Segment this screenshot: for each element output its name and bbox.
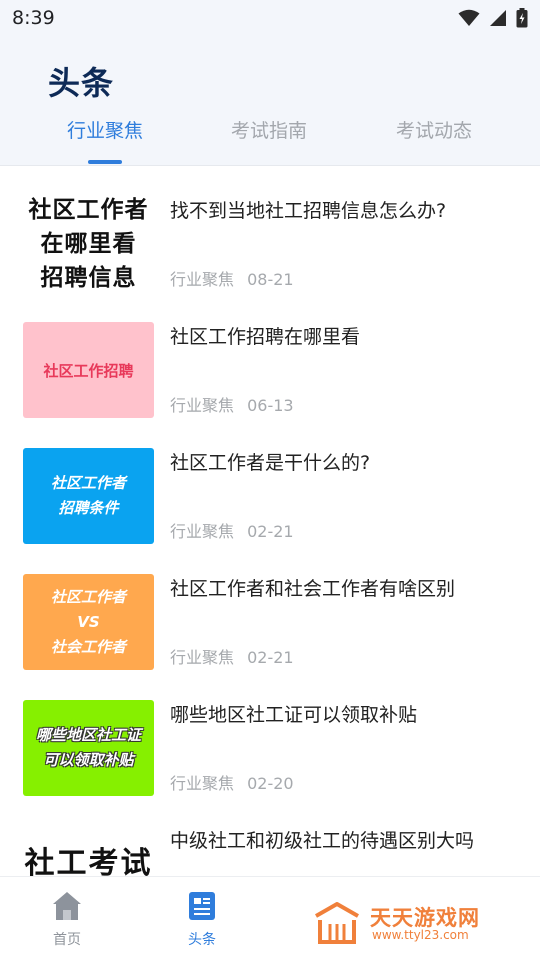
tab-exam-news[interactable]: 考试动态	[364, 116, 504, 143]
article-title: 找不到当地社工招聘信息怎么办?	[170, 200, 447, 222]
status-bar: 8:39	[0, 0, 540, 38]
thumbnail-text: VS	[77, 612, 100, 631]
tab-exam-guide[interactable]: 考试指南	[199, 116, 339, 143]
thumbnail-text: 社区工作招聘	[43, 361, 134, 380]
status-time: 8:39	[12, 7, 55, 29]
watermark: 天天游戏网 www.ttyl23.com	[312, 896, 512, 948]
watermark-url: www.ttyl23.com	[372, 928, 469, 942]
article-date: 02-20	[247, 774, 294, 793]
thumbnail-text: 招聘信息	[40, 265, 137, 291]
article-item[interactable]: 社区工作者 招聘条件 社区工作者是干什么的? 行业聚焦 02-21	[0, 418, 540, 544]
article-title: 中级社工和初级社工的待遇区别大吗	[170, 830, 475, 852]
article-meta: 行业聚焦 02-21	[170, 644, 294, 668]
signal-icon	[490, 10, 506, 26]
article-thumbnail: 社区工作者 招聘条件	[23, 448, 154, 544]
article-meta: 行业聚焦 02-21	[170, 518, 294, 542]
article-thumbnail: 社区工作者 VS 社会工作者	[23, 574, 154, 670]
battery-icon	[516, 8, 528, 28]
article-category: 行业聚焦	[170, 648, 235, 667]
status-icons	[458, 8, 528, 28]
thumbnail-text: 社工考试	[24, 846, 153, 876]
watermark-logo-icon	[315, 902, 359, 944]
active-tab-indicator	[88, 160, 122, 164]
thumbnail-text: 哪些地区社工证	[35, 726, 141, 744]
article-meta: 行业聚焦 02-20	[170, 770, 294, 794]
tab-bar: 行业聚焦 考试指南 考试动态	[0, 112, 540, 166]
nav-home-label: 首页	[53, 932, 81, 948]
article-item[interactable]: 社工考试 中级社工和初级社工的待遇区别大吗	[0, 796, 540, 876]
thumbnail-text: 社会工作者	[50, 637, 126, 656]
article-thumbnail: 社工考试	[23, 826, 154, 876]
article-item[interactable]: 社区工作者 VS 社会工作者 社区工作者和社会工作者有啥区别 行业聚焦 02-2…	[0, 544, 540, 670]
article-thumbnail: 社区工作招聘	[23, 322, 154, 418]
news-icon	[189, 892, 215, 920]
thumbnail-text: 可以领取补贴	[43, 751, 134, 769]
article-title: 社区工作者是干什么的?	[170, 452, 371, 474]
page-title: 头条	[48, 64, 115, 102]
thumbnail-text: 社区工作者	[50, 474, 126, 492]
thumbnail-text: 社区工作者	[50, 587, 126, 606]
article-date: 02-21	[247, 648, 294, 667]
article-meta: 行业聚焦 08-21	[170, 266, 294, 290]
article-item[interactable]: 社区工作招聘 社区工作招聘在哪里看 行业聚焦 06-13	[0, 292, 540, 418]
article-category: 行业聚焦	[170, 270, 235, 289]
header-area: 8:39 头条 行业聚焦 考试指南 考试动态	[0, 0, 540, 166]
nav-news-label: 头条	[188, 932, 216, 948]
nav-news[interactable]: 头条	[162, 889, 242, 949]
article-category: 行业聚焦	[170, 774, 235, 793]
thumbnail-text: 招聘条件	[58, 499, 119, 517]
article-category: 行业聚焦	[170, 522, 235, 541]
article-title: 社区工作招聘在哪里看	[170, 326, 361, 348]
article-date: 08-21	[247, 270, 294, 289]
article-date: 06-13	[247, 396, 294, 415]
article-list[interactable]: 社区工作者 在哪里看 招聘信息 找不到当地社工招聘信息怎么办? 行业聚焦 08-…	[0, 166, 540, 876]
nav-home[interactable]: 首页	[27, 889, 107, 949]
article-title: 哪些地区社工证可以领取补贴	[170, 704, 418, 726]
article-meta: 行业聚焦 06-13	[170, 392, 294, 416]
article-thumbnail: 哪些地区社工证 可以领取补贴	[23, 700, 154, 796]
article-category: 行业聚焦	[170, 396, 235, 415]
tab-industry-focus[interactable]: 行业聚焦	[35, 116, 175, 143]
thumbnail-text: 在哪里看	[40, 231, 137, 257]
home-icon	[53, 892, 81, 920]
article-title: 社区工作者和社会工作者有啥区别	[170, 578, 456, 600]
thumbnail-text: 社区工作者	[28, 197, 149, 223]
article-date: 02-21	[247, 522, 294, 541]
article-item[interactable]: 哪些地区社工证 可以领取补贴 哪些地区社工证可以领取补贴 行业聚焦 02-20	[0, 670, 540, 796]
wifi-icon	[458, 9, 480, 26]
article-item[interactable]: 社区工作者 在哪里看 招聘信息 找不到当地社工招聘信息怎么办? 行业聚焦 08-…	[0, 166, 540, 292]
article-thumbnail: 社区工作者 在哪里看 招聘信息	[23, 196, 154, 292]
